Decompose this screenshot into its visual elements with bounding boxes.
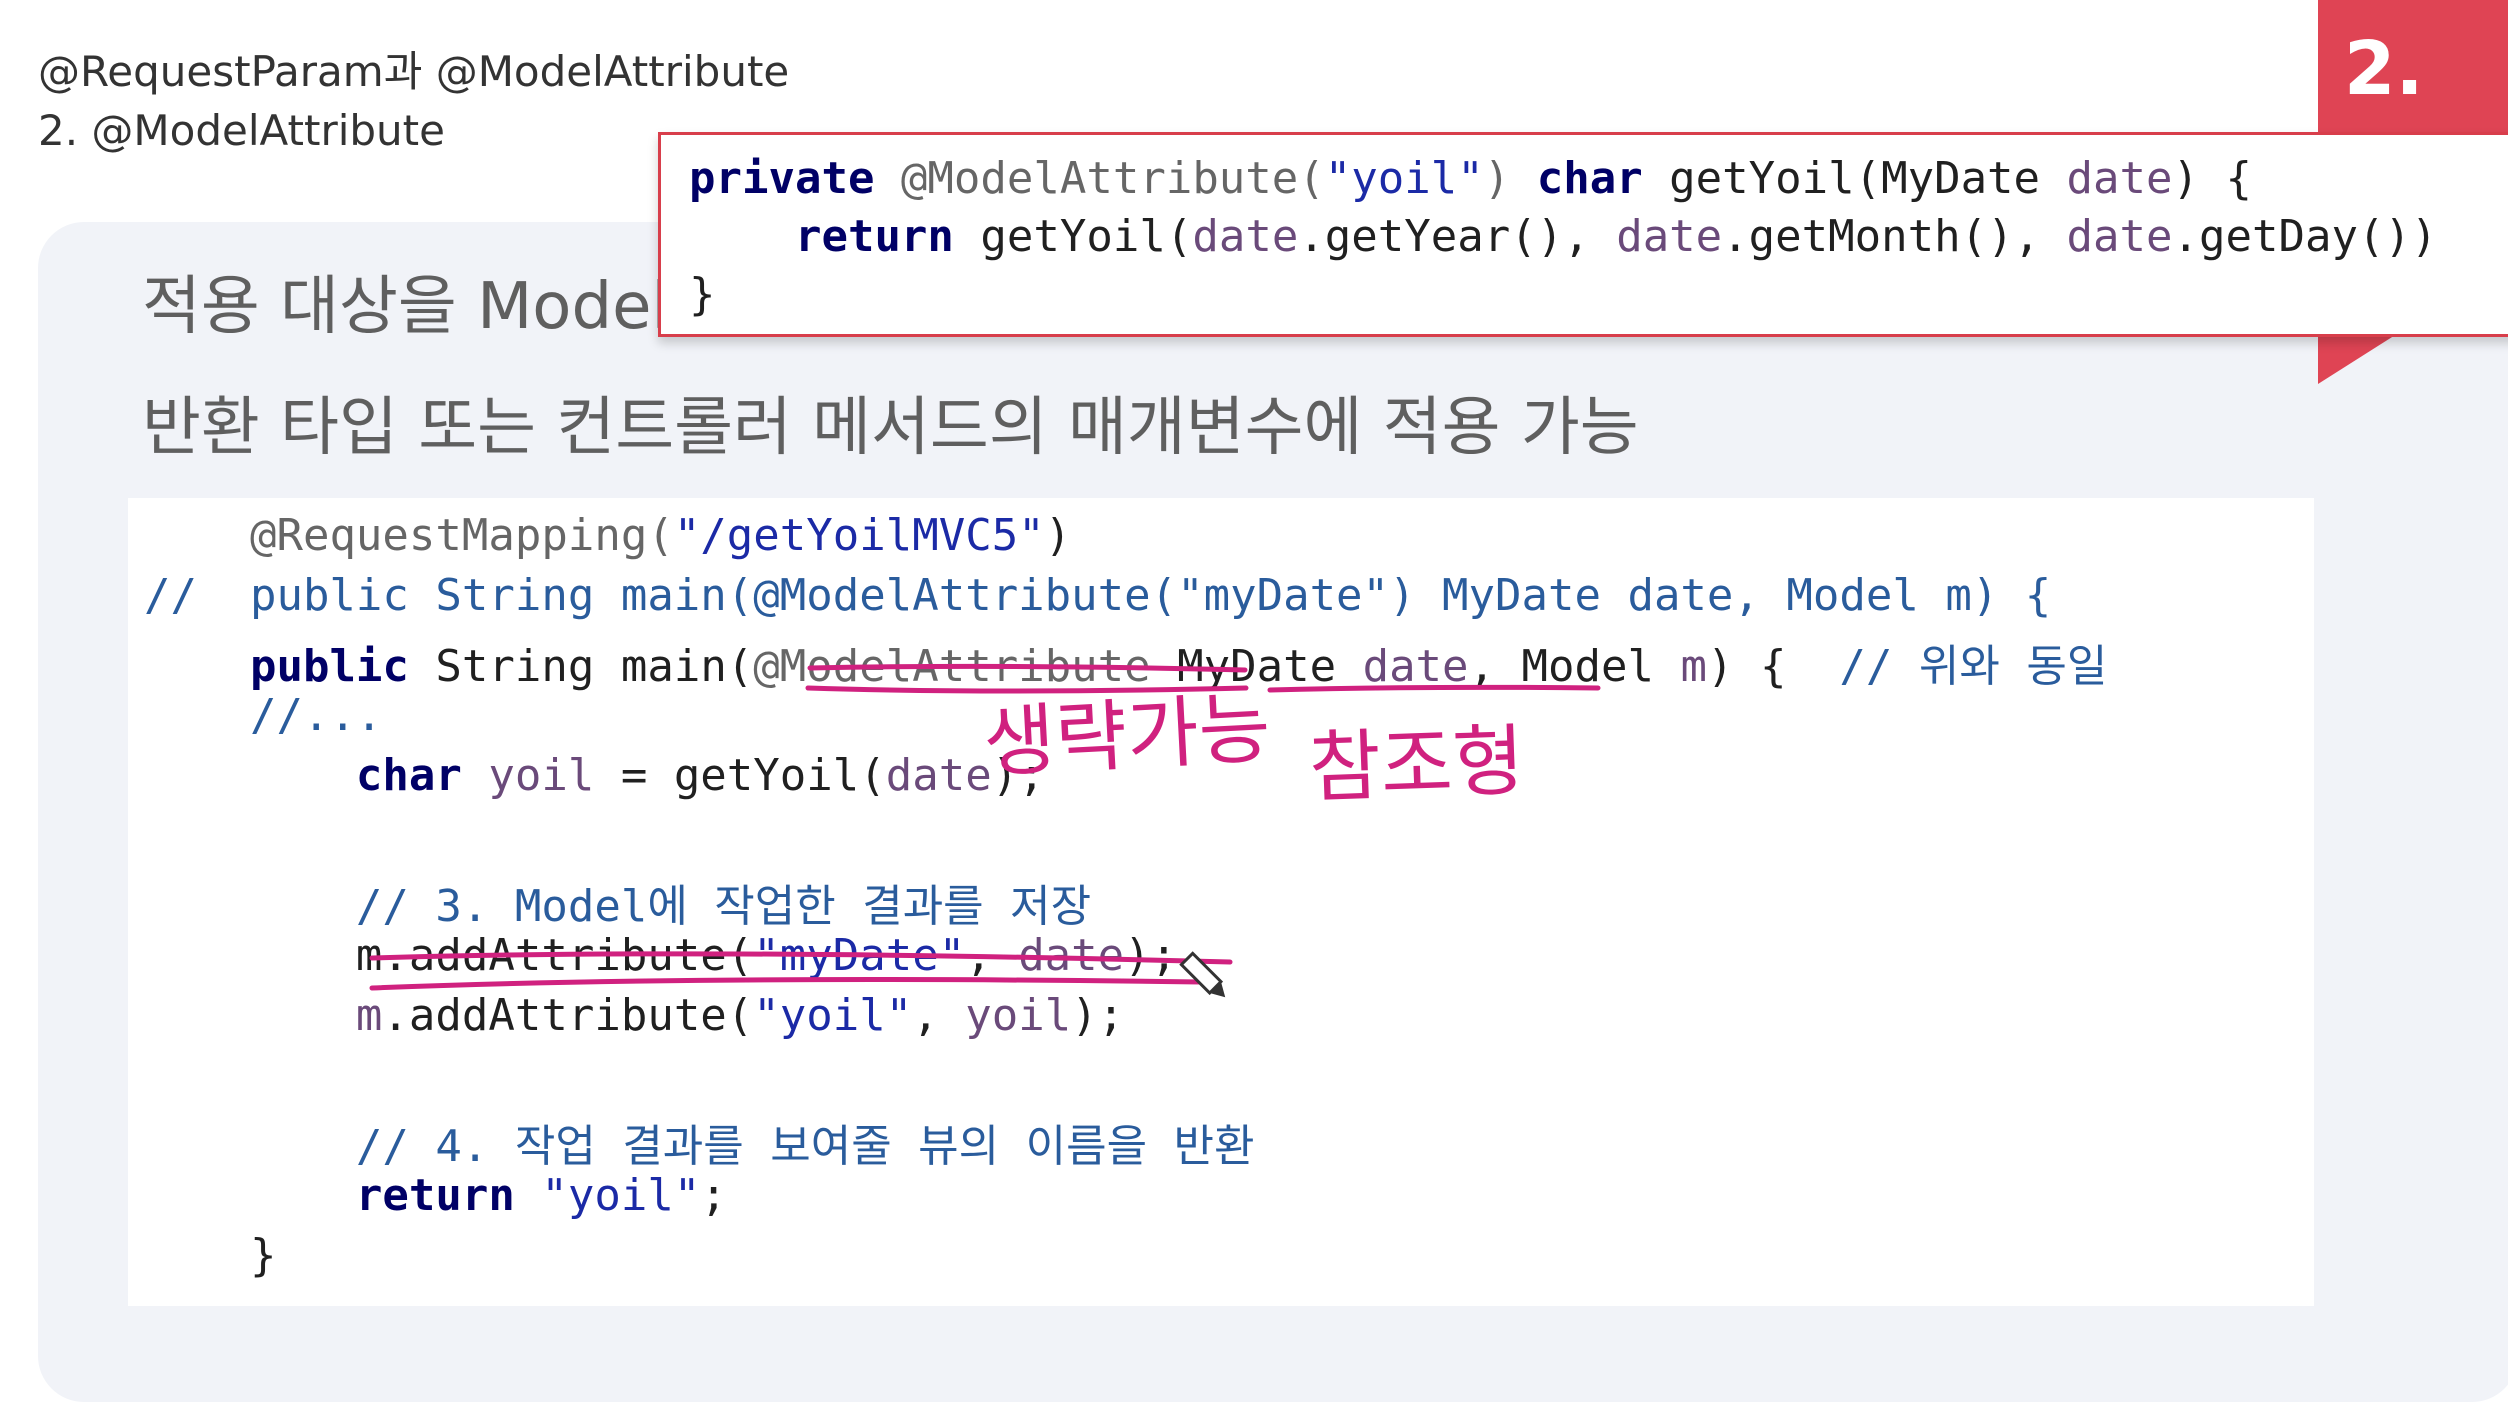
code-text: .getMonth(), (1722, 211, 2067, 262)
code-text: .getDay()) (2172, 211, 2438, 262)
keyword: public (249, 641, 409, 692)
code-text: .getYear(), (1298, 211, 1617, 262)
popup-line-3: } (689, 269, 716, 320)
code-text: getYoil(MyDate (1642, 153, 2067, 204)
slide-number: 2. (2344, 26, 2424, 112)
code-text: ) { (2172, 153, 2252, 204)
variable: date (2066, 211, 2173, 262)
variable: m (1680, 641, 1707, 692)
code-text: ); (1124, 930, 1178, 981)
popup-line-2: return getYoil(date.getYear(), date.getM… (689, 211, 2437, 262)
comment: // 위와 동일 (1839, 641, 2108, 692)
comment: // 4. 작업 결과를 보여줄 뷰의 이름을 반환 (355, 1121, 1255, 1172)
code-text: } (249, 1230, 277, 1281)
comment: //... (249, 690, 383, 741)
popup-line-1: private @ModelAttribute("yoil") char get… (689, 153, 2252, 204)
code-text: MyDate (1150, 641, 1363, 692)
code-line-7: m.addAttribute("myDate", date); (144, 930, 1177, 981)
code-text: .addAttribute( (382, 990, 754, 1041)
variable: date (1616, 211, 1723, 262)
code-line-2: // public String main(@ModelAttribute("m… (144, 570, 2052, 621)
struck-annotation: @ModelAttribute (753, 641, 1151, 692)
comment: // 3. Model에 작업한 결과를 저장 (355, 881, 1092, 932)
annotation: @RequestMapping( (249, 510, 674, 561)
tab-fold (2318, 332, 2400, 384)
keyword: return (794, 211, 954, 262)
code-line-6: // 3. Model에 작업한 결과를 저장 (144, 870, 1091, 934)
variable: date (1192, 211, 1299, 262)
header-title: @RequestParam과 @ModelAttribute (38, 47, 790, 96)
slide-number-tab: 2. (2318, 0, 2508, 132)
variable: m (355, 990, 383, 1041)
code-text: ) (1483, 153, 1537, 204)
code-line-11: } (144, 1230, 277, 1281)
variable: yoil (965, 990, 1072, 1041)
keyword: return (355, 1170, 515, 1221)
code-text: String main( (408, 641, 754, 692)
slide-heading-1: 적용 대상을 Model (142, 270, 670, 344)
string-literal: "yoil" (514, 1170, 701, 1221)
code-line-3: public String main(@ModelAttribute MyDat… (144, 630, 2107, 694)
keyword: char (355, 750, 462, 801)
string-literal: "myDate" (753, 930, 966, 981)
code-line-1: @RequestMapping("/getYoilMVC5") (144, 510, 1071, 561)
string-literal: "yoil" (1324, 153, 1484, 204)
code-block: @RequestMapping("/getYoilMVC5") // publi… (128, 498, 2314, 1306)
code-text: getYoil( (953, 211, 1193, 262)
variable: date (1018, 930, 1125, 981)
code-line-10: return "yoil"; (144, 1170, 727, 1221)
code-text: ); (991, 750, 1045, 801)
header-subtitle: 2. @ModelAttribute (38, 106, 445, 155)
variable: date (2066, 153, 2173, 204)
keyword: private (689, 153, 875, 204)
code-text: , (912, 990, 966, 1041)
code-popup: private @ModelAttribute("yoil") char get… (658, 132, 2508, 337)
code-text: ; (700, 1170, 727, 1221)
code-text: m.addAttribute( (355, 930, 754, 981)
code-text: ) (1044, 510, 1072, 561)
annotation: @ModelAttribute( (874, 153, 1325, 204)
code-text: , Model (1468, 641, 1681, 692)
string-literal: "/getYoilMVC5" (673, 510, 1045, 561)
string-literal: "yoil" (753, 990, 913, 1041)
code-line-9: // 4. 작업 결과를 보여줄 뷰의 이름을 반환 (144, 1110, 1255, 1174)
code-text: ); (1071, 990, 1125, 1041)
slide-heading-2: 반환 타입 또는 컨트롤러 메서드의 매개변수에 적용 가능 (142, 391, 1639, 465)
code-line-4: //... (144, 690, 382, 741)
variable: date (1362, 641, 1469, 692)
variable: yoil (461, 750, 595, 801)
variable: date (885, 750, 992, 801)
keyword: char (1536, 153, 1643, 204)
code-line-8: m.addAttribute("yoil", yoil); (144, 990, 1124, 1041)
code-text: ) { (1706, 641, 1840, 692)
code-text: = getYoil( (594, 750, 886, 801)
code-line-5: char yoil = getYoil(date); (144, 750, 1045, 801)
code-text: , (965, 930, 1019, 981)
